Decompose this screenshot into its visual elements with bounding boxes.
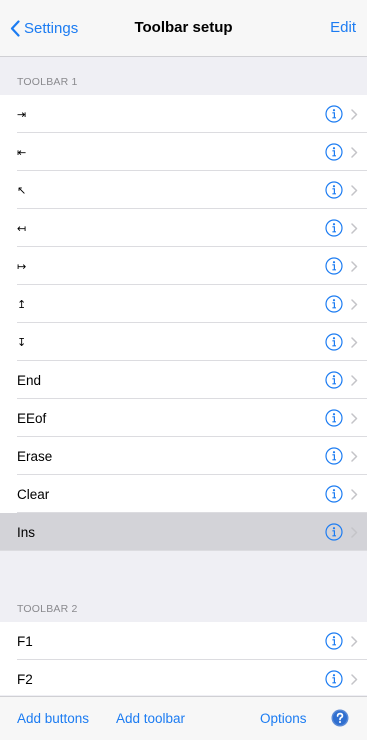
chevron-right-icon bbox=[351, 109, 358, 120]
list-item-label: ↦ bbox=[17, 259, 27, 273]
list-item-label: ⇥ bbox=[17, 107, 27, 121]
toolbar-button-list: F1F2F3 bbox=[0, 622, 367, 695]
section-header: TOOLBAR 1 bbox=[17, 76, 78, 88]
chevron-right-icon bbox=[351, 223, 358, 234]
info-icon[interactable] bbox=[325, 485, 343, 503]
info-icon[interactable] bbox=[325, 333, 343, 351]
list-item-label: ↧ bbox=[17, 335, 27, 349]
list-item-label: Erase bbox=[17, 448, 53, 464]
chevron-right-icon bbox=[351, 185, 358, 196]
list-item[interactable]: ↤ bbox=[0, 209, 367, 247]
list-item-label: Ins bbox=[17, 524, 36, 540]
edit-button[interactable]: Edit bbox=[330, 19, 356, 36]
chevron-right-icon bbox=[351, 527, 358, 538]
list-item[interactable]: Clear bbox=[0, 475, 367, 513]
list-item-label: F2 bbox=[17, 671, 33, 687]
list-item[interactable]: EEof bbox=[0, 399, 367, 437]
info-icon[interactable] bbox=[325, 409, 343, 427]
info-icon[interactable] bbox=[325, 632, 343, 650]
chevron-right-icon bbox=[351, 337, 358, 348]
chevron-right-icon bbox=[351, 147, 358, 158]
info-icon[interactable] bbox=[325, 371, 343, 389]
list-item[interactable]: Ins bbox=[0, 513, 367, 551]
list-item[interactable]: Erase bbox=[0, 437, 367, 475]
list-item-label: Clear bbox=[17, 486, 50, 502]
info-icon[interactable] bbox=[325, 219, 343, 237]
info-icon[interactable] bbox=[325, 295, 343, 313]
info-icon[interactable] bbox=[325, 105, 343, 123]
options-button[interactable]: Options bbox=[260, 711, 307, 726]
list-item[interactable]: End bbox=[0, 361, 367, 399]
list-item-label: ↤ bbox=[17, 221, 27, 235]
info-icon[interactable] bbox=[325, 523, 343, 541]
navigation-bar: Settings Toolbar setup Edit bbox=[0, 0, 367, 57]
info-icon[interactable] bbox=[325, 257, 343, 275]
list-item[interactable]: ⇥ bbox=[0, 95, 367, 133]
info-icon[interactable] bbox=[325, 181, 343, 199]
list-item[interactable]: ↧ bbox=[0, 323, 367, 361]
chevron-right-icon bbox=[351, 299, 358, 310]
add-buttons-button[interactable]: Add buttons bbox=[17, 711, 89, 726]
list-item[interactable]: ↦ bbox=[0, 247, 367, 285]
list-item[interactable]: F2 bbox=[0, 660, 367, 695]
bottom-toolbar: Add buttons Add toolbar Options bbox=[0, 696, 367, 740]
list-item[interactable]: ⇤ bbox=[0, 133, 367, 171]
list-item-label: ↖ bbox=[17, 183, 27, 197]
chevron-right-icon bbox=[351, 674, 358, 685]
chevron-right-icon bbox=[351, 636, 358, 647]
chevron-right-icon bbox=[351, 413, 358, 424]
info-icon[interactable] bbox=[325, 143, 343, 161]
info-icon[interactable] bbox=[325, 447, 343, 465]
question-mark-circle-icon[interactable] bbox=[331, 709, 349, 727]
list-item-label: End bbox=[17, 372, 42, 388]
chevron-right-icon bbox=[351, 489, 358, 500]
toolbar-list[interactable]: TOOLBAR 1 ⇥ ⇤ ↖ ↤ ↦ ↥ ↧ End EEof Erase Clear Ins TOOL… bbox=[0, 57, 367, 695]
chevron-right-icon bbox=[351, 261, 358, 272]
section-header: TOOLBAR 2 bbox=[17, 603, 78, 615]
toolbar-button-list: ⇥ ⇤ ↖ ↤ ↦ ↥ ↧ End EEof Erase Clear Ins bbox=[0, 95, 367, 551]
list-item[interactable]: F1 bbox=[0, 622, 367, 660]
chevron-right-icon bbox=[351, 375, 358, 386]
list-item-label: ↥ bbox=[17, 297, 27, 311]
add-toolbar-button[interactable]: Add toolbar bbox=[116, 711, 185, 726]
list-item[interactable]: ↥ bbox=[0, 285, 367, 323]
list-item[interactable]: ↖ bbox=[0, 171, 367, 209]
info-icon[interactable] bbox=[325, 670, 343, 688]
list-item-label: EEof bbox=[17, 410, 47, 426]
list-item-label: F1 bbox=[17, 633, 33, 649]
list-item-label: ⇤ bbox=[17, 145, 27, 159]
chevron-right-icon bbox=[351, 451, 358, 462]
page-title: Toolbar setup bbox=[134, 19, 233, 36]
